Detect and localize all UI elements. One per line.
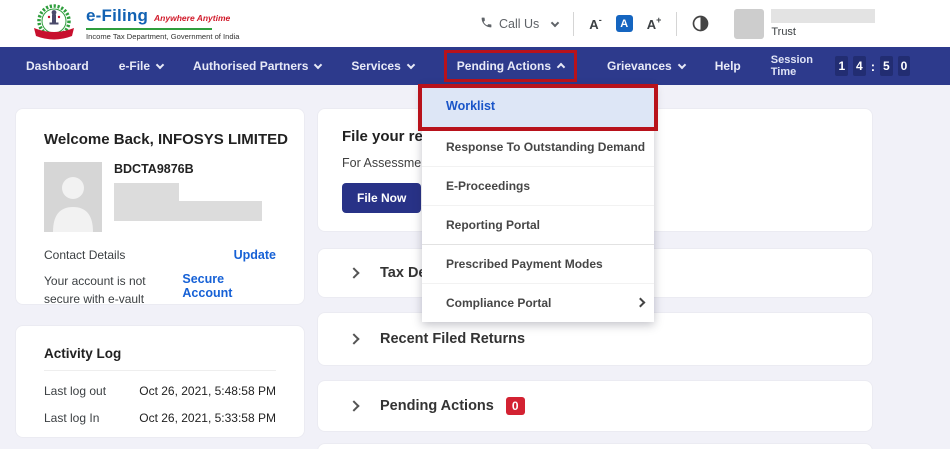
- activity-log-title: Activity Log: [44, 346, 276, 371]
- income-tax-emblem-icon: [27, 2, 79, 52]
- call-us-label: Call Us: [499, 17, 539, 31]
- session-time-label: Session Time: [771, 54, 827, 78]
- nav-item-services[interactable]: Services: [351, 59, 413, 73]
- top-header: e-Filing Anywhere Anytime Income Tax Dep…: [0, 0, 950, 47]
- main-nav: Dashboard e-File Authorised Partners Ser…: [0, 47, 950, 85]
- chevron-down-icon: [407, 61, 415, 69]
- dropdown-item-worklist[interactable]: Worklist: [422, 85, 654, 127]
- brand-block: e-Filing Anywhere Anytime Income Tax Dep…: [86, 6, 230, 41]
- dropdown-item-compliance-portal[interactable]: Compliance Portal: [422, 283, 654, 322]
- font-size-controls: A- A A+: [589, 15, 661, 32]
- nav-item-grievances[interactable]: Grievances: [607, 59, 685, 73]
- pending-actions-dropdown: Worklist Response To Outstanding Demand …: [422, 85, 654, 322]
- brand-subtitle: Income Tax Department, Government of Ind…: [86, 28, 212, 41]
- chevron-right-icon: [348, 333, 359, 344]
- update-link[interactable]: Update: [234, 248, 276, 262]
- activity-row-label: Last log out: [44, 384, 106, 398]
- font-decrease-button[interactable]: A-: [589, 15, 601, 32]
- efiling-dashboard-screen: e-Filing Anywhere Anytime Income Tax Dep…: [0, 0, 950, 449]
- redacted-text-bar: [114, 183, 179, 201]
- activity-log-card: Activity Log Last log out Oct 26, 2021, …: [15, 325, 305, 438]
- pan-number: BDCTA9876B: [114, 162, 262, 176]
- partial-next-card: [317, 443, 873, 449]
- chevron-down-icon: [156, 61, 164, 69]
- pending-count-badge: 0: [506, 397, 525, 415]
- profile-menu[interactable]: Trust: [734, 9, 875, 39]
- session-digit: 0: [898, 56, 911, 76]
- redacted-text-bar: [114, 201, 262, 221]
- activity-row-value: Oct 26, 2021, 5:33:58 PM: [139, 411, 276, 425]
- font-default-button[interactable]: A: [616, 15, 633, 32]
- dropdown-item-response-outstanding-demand[interactable]: Response To Outstanding Demand: [422, 127, 654, 166]
- activity-row-label: Last log In: [44, 411, 99, 425]
- nav-item-help[interactable]: Help: [715, 59, 741, 73]
- phone-icon: [480, 16, 493, 32]
- chevron-right-icon: [348, 400, 359, 411]
- font-increase-button[interactable]: A+: [647, 15, 662, 32]
- contact-details-label: Contact Details: [44, 248, 125, 262]
- session-colon: :: [871, 59, 875, 74]
- brand-tagline: Anywhere Anytime: [154, 13, 230, 23]
- evault-status-text: Your account is not secure with e-vault: [44, 272, 182, 305]
- session-digit: 5: [880, 56, 893, 76]
- session-digit: 1: [835, 56, 848, 76]
- contrast-toggle-button[interactable]: [692, 15, 709, 32]
- welcome-title: Welcome Back, INFOSYS LIMITED: [44, 131, 276, 148]
- accordion-pending-actions[interactable]: Pending Actions 0: [317, 380, 873, 432]
- chevron-right-icon: [348, 267, 359, 278]
- contrast-icon: [692, 15, 709, 32]
- welcome-card: Welcome Back, INFOSYS LIMITED BDCTA9876B…: [15, 108, 305, 305]
- divider: [676, 12, 677, 36]
- redacted-name-bar: [771, 9, 875, 23]
- nav-item-pending-actions[interactable]: Pending Actions: [444, 50, 577, 82]
- nav-item-efile[interactable]: e-File: [119, 59, 163, 73]
- activity-row-value: Oct 26, 2021, 5:48:58 PM: [139, 384, 276, 398]
- chevron-down-icon: [677, 61, 685, 69]
- secure-account-link[interactable]: Secure Account: [182, 272, 276, 305]
- nav-item-authorised-partners[interactable]: Authorised Partners: [193, 59, 321, 73]
- divider: [573, 12, 574, 36]
- chevron-right-icon: [636, 297, 646, 307]
- header-tools: Call Us A- A A+ Trust: [480, 0, 875, 47]
- dropdown-item-e-proceedings[interactable]: E-Proceedings: [422, 166, 654, 205]
- nav-item-dashboard[interactable]: Dashboard: [26, 59, 89, 73]
- activity-row: Last log In Oct 26, 2021, 5:33:58 PM: [44, 411, 276, 425]
- chevron-down-icon: [314, 61, 322, 69]
- activity-row: Last log out Oct 26, 2021, 5:48:58 PM: [44, 384, 276, 398]
- brand-title: e-Filing: [86, 6, 148, 26]
- session-timer: Session Time 1 4 : 5 0: [771, 54, 911, 78]
- chevron-down-icon: [551, 18, 559, 26]
- call-us-menu[interactable]: Call Us: [480, 16, 558, 32]
- avatar: [734, 9, 764, 39]
- chevron-up-icon: [557, 62, 565, 70]
- user-avatar: [44, 162, 102, 232]
- session-digit: 4: [853, 56, 866, 76]
- dropdown-item-reporting-portal[interactable]: Reporting Portal: [422, 205, 654, 244]
- profile-type-label: Trust: [771, 26, 875, 38]
- dropdown-item-prescribed-payment-modes[interactable]: Prescribed Payment Modes: [422, 244, 654, 283]
- file-now-button[interactable]: File Now: [342, 183, 421, 213]
